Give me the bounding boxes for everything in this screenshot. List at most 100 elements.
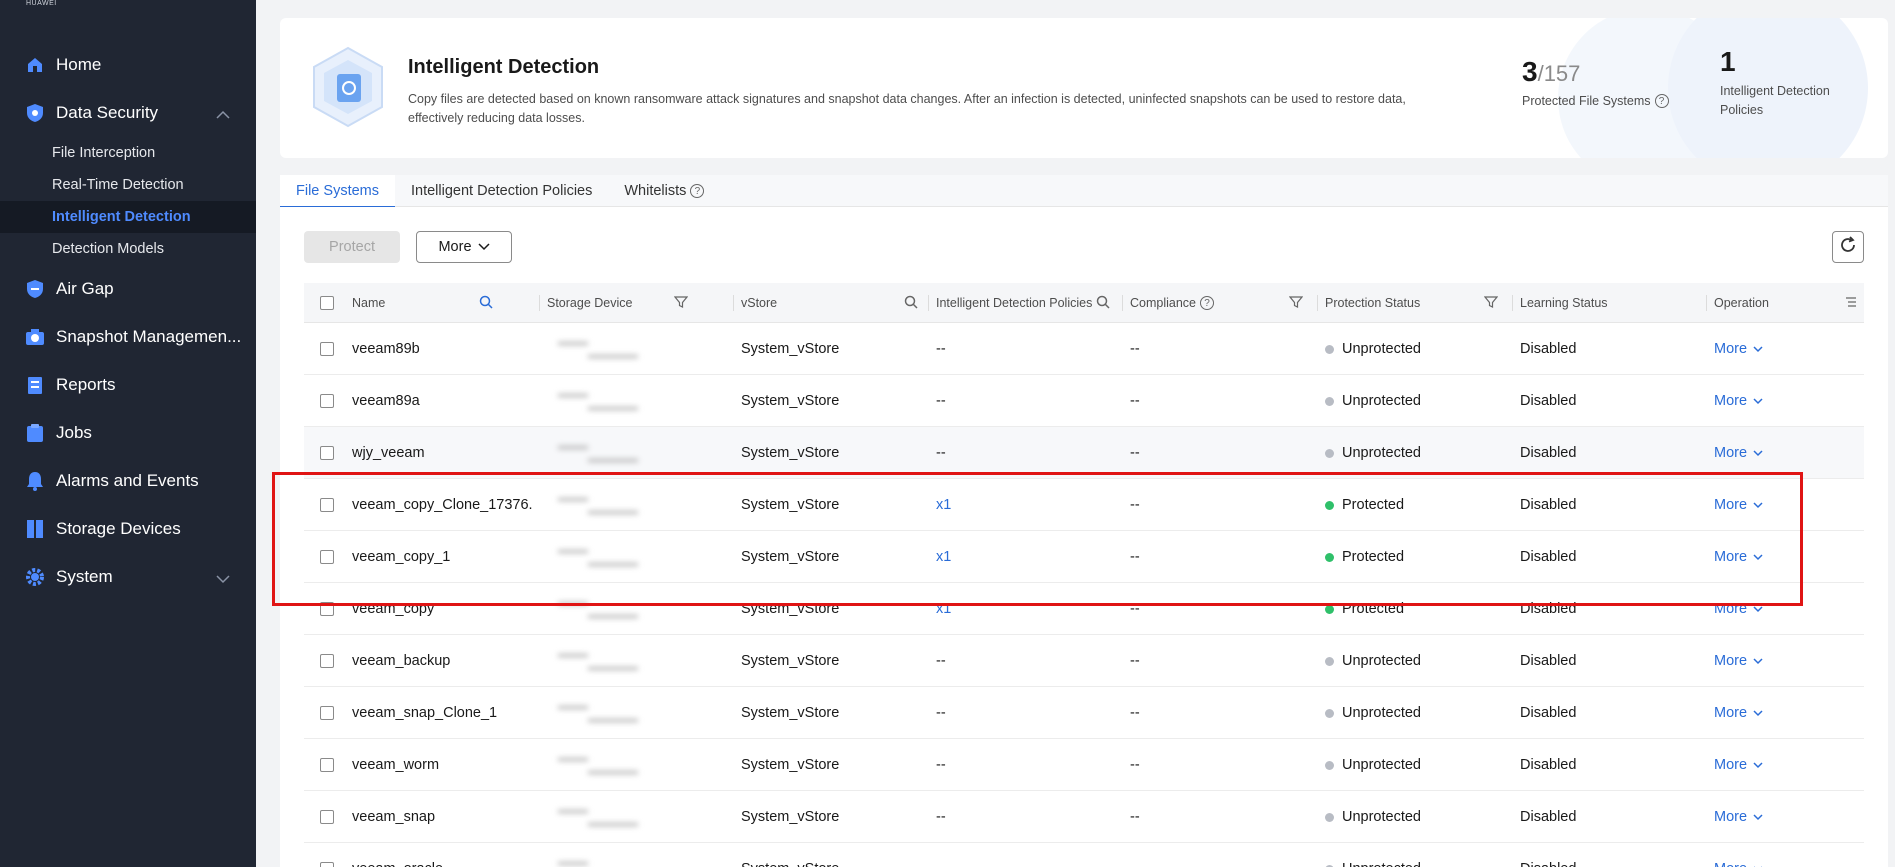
more-link[interactable]: More (1714, 445, 1747, 461)
chevron-down-icon[interactable] (216, 569, 230, 589)
protected-file-systems-stat: 3/157 Protected File Systems ? (1522, 56, 1669, 108)
column-header-compliance[interactable]: Compliance ? (1130, 283, 1215, 323)
row-more-menu[interactable]: More (1714, 427, 1763, 479)
stat-value: 3 (1522, 56, 1538, 87)
table-row[interactable]: veeam_snap ▬▬▬ ▬▬▬▬▬ System_vStore -- -- … (304, 791, 1864, 843)
more-link[interactable]: More (1714, 705, 1747, 721)
help-icon[interactable]: ? (1200, 296, 1215, 310)
row-more-menu[interactable]: More (1714, 687, 1763, 739)
table-row[interactable]: veeam_copy_1 ▬▬▬ ▬▬▬▬▬ System_vStore x1 -… (304, 531, 1864, 583)
search-icon[interactable] (479, 295, 493, 314)
sidebar-subitem-detection-models[interactable]: Detection Models (0, 233, 256, 265)
table-row[interactable]: veeam_oracle ▬▬▬▬▬▬▬▬ System_vStore -- -… (304, 843, 1864, 867)
help-icon[interactable]: ? (1654, 94, 1669, 108)
table-row[interactable]: veeam_snap_Clone_1 ▬▬▬ ▬▬▬▬▬ System_vStor… (304, 687, 1864, 739)
column-settings-icon[interactable] (1844, 295, 1858, 314)
redacted-storage-device: ▬▬▬▬▬▬▬▬ (558, 597, 638, 621)
sidebar-subitem-intelligent-detection[interactable]: Intelligent Detection (0, 201, 256, 233)
protect-button[interactable]: Protect (304, 231, 400, 263)
sidebar-item-home[interactable]: Home (0, 45, 256, 85)
row-checkbox[interactable] (320, 446, 334, 460)
row-more-menu[interactable]: More (1714, 323, 1763, 375)
cell-detection-policy[interactable]: x1 (936, 583, 951, 635)
row-checkbox[interactable] (320, 498, 334, 512)
cell-learning-status: Disabled (1520, 393, 1577, 409)
more-link[interactable]: More (1714, 653, 1747, 669)
table-header: Name Storage Device vStore Intelligent D… (304, 283, 1864, 323)
row-checkbox[interactable] (320, 394, 334, 408)
filter-icon[interactable] (1288, 295, 1304, 314)
chevron-down-icon (1753, 705, 1763, 721)
sidebar-item-reports[interactable]: Reports (0, 365, 256, 405)
sidebar-item-snapshot-management[interactable]: Snapshot Managemen... (0, 317, 256, 357)
more-button[interactable]: More (416, 231, 512, 263)
table-row[interactable]: veeam89a ▬▬▬ ▬▬▬▬▬ System_vStore -- -- Un… (304, 375, 1864, 427)
column-header-protection-status[interactable]: Protection Status (1325, 283, 1420, 323)
table-row[interactable]: wjy_veeam ▬▬▬ ▬▬▬▬▬ System_vStore -- -- U… (304, 427, 1864, 479)
column-header-name[interactable]: Name (352, 283, 385, 323)
cell-protection-status: Unprotected (1325, 635, 1421, 687)
table-row[interactable]: veeam_worm ▬▬▬ ▬▬▬▬▬ System_vStore -- -- … (304, 739, 1864, 791)
more-link[interactable]: More (1714, 601, 1747, 617)
more-link[interactable]: More (1714, 341, 1747, 357)
cell-storage-device: ▬▬▬▬▬▬▬▬ (558, 687, 638, 739)
cell-detection-policy[interactable]: x1 (936, 479, 951, 531)
row-checkbox[interactable] (320, 706, 334, 720)
row-more-menu[interactable]: More (1714, 531, 1763, 583)
table-row[interactable]: veeam_copy_Clone_17376... ▬▬▬ ▬▬▬▬▬ Syste… (304, 479, 1864, 531)
chevron-down-icon (1753, 497, 1763, 513)
more-link[interactable]: More (1714, 393, 1747, 409)
column-header-learning-status[interactable]: Learning Status (1520, 283, 1608, 323)
row-more-menu[interactable]: More (1714, 843, 1763, 867)
column-header-vstore[interactable]: vStore (741, 283, 777, 323)
row-more-menu[interactable]: More (1714, 583, 1763, 635)
row-checkbox[interactable] (320, 654, 334, 668)
table-row[interactable]: veeam_backup ▬▬▬ ▬▬▬▬▬ System_vStore -- -… (304, 635, 1864, 687)
tab-file-systems[interactable]: File Systems (280, 175, 395, 208)
sidebar-item-alarms-and-events[interactable]: Alarms and Events (0, 461, 256, 501)
row-checkbox[interactable] (320, 550, 334, 564)
search-icon[interactable] (904, 295, 918, 314)
column-header-storage-device[interactable]: Storage Device (547, 283, 632, 323)
more-link[interactable]: More (1714, 861, 1747, 867)
row-checkbox[interactable] (320, 810, 334, 824)
cell-vstore: System_vStore (741, 549, 840, 565)
tab-bar: File Systems Intelligent Detection Polic… (280, 175, 1888, 208)
more-link[interactable]: More (1714, 497, 1747, 513)
sidebar-item-data-security[interactable]: Data Security (0, 93, 256, 133)
column-header-operation[interactable]: Operation (1714, 283, 1769, 323)
cell-detection-policy[interactable]: x1 (936, 531, 951, 583)
refresh-button[interactable] (1832, 231, 1864, 263)
table-row[interactable]: veeam_copy ▬▬▬ ▬▬▬▬▬ System_vStore x1 -- … (304, 583, 1864, 635)
row-more-menu[interactable]: More (1714, 479, 1763, 531)
row-checkbox[interactable] (320, 602, 334, 616)
row-more-menu[interactable]: More (1714, 791, 1763, 843)
select-all-checkbox[interactable] (320, 296, 334, 310)
column-header-intelligent-detection-policies[interactable]: Intelligent Detection Policies (936, 283, 1092, 323)
row-checkbox[interactable] (320, 758, 334, 772)
more-link[interactable]: More (1714, 757, 1747, 773)
filter-icon[interactable] (1483, 295, 1499, 314)
row-checkbox[interactable] (320, 862, 334, 867)
sidebar-subitem-real-time-detection[interactable]: Real-Time Detection (0, 169, 256, 201)
chevron-up-icon[interactable] (216, 105, 230, 125)
sidebar-item-storage-devices[interactable]: Storage Devices (0, 509, 256, 549)
row-checkbox[interactable] (320, 342, 334, 356)
cell-compliance: -- (1130, 601, 1140, 617)
row-more-menu[interactable]: More (1714, 375, 1763, 427)
sidebar-subitem-file-interception[interactable]: File Interception (0, 137, 256, 169)
tab-whitelists[interactable]: Whitelists? (608, 175, 720, 207)
more-link[interactable]: More (1714, 809, 1747, 825)
row-more-menu[interactable]: More (1714, 739, 1763, 791)
help-icon[interactable]: ? (690, 184, 705, 198)
status-dot-icon (1325, 344, 1334, 354)
table-row[interactable]: veeam89b ▬▬▬ ▬▬▬▬▬ System_vStore -- -- Un… (304, 323, 1864, 375)
row-more-menu[interactable]: More (1714, 635, 1763, 687)
tab-intelligent-detection-policies[interactable]: Intelligent Detection Policies (395, 175, 608, 207)
sidebar-item-jobs[interactable]: Jobs (0, 413, 256, 453)
sidebar-item-system[interactable]: System (0, 557, 256, 597)
search-icon[interactable] (1096, 295, 1110, 314)
filter-icon[interactable] (673, 295, 689, 314)
sidebar-item-air-gap[interactable]: Air Gap (0, 269, 256, 309)
more-link[interactable]: More (1714, 549, 1747, 565)
